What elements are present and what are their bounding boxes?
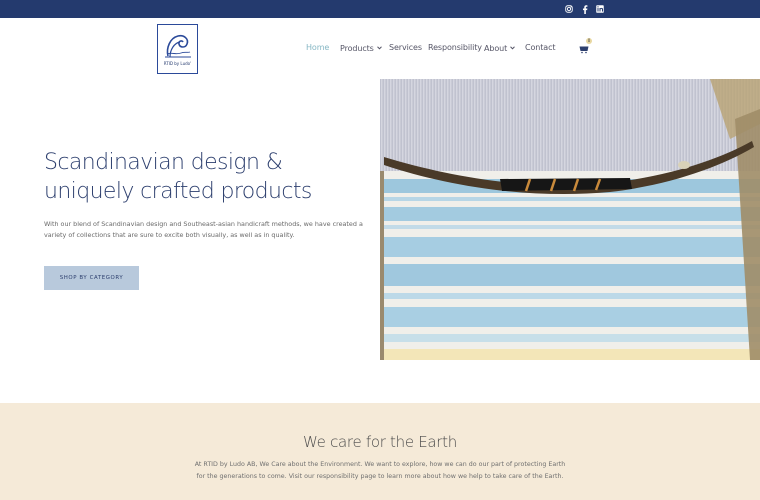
linkedin-icon[interactable] bbox=[594, 3, 606, 15]
top-bar bbox=[0, 0, 760, 18]
cart-count-badge: 0 bbox=[586, 38, 592, 44]
earth-title: We care for the Earth bbox=[303, 433, 457, 451]
hero-image-woven-textile bbox=[380, 79, 760, 360]
site-header: RTID by Ludo' Home Products Services Res… bbox=[0, 18, 760, 79]
nav-products[interactable]: Products bbox=[340, 43, 382, 53]
site-logo[interactable]: RTID by Ludo' bbox=[157, 24, 198, 74]
hero-description: With our blend of Scandinavian design an… bbox=[44, 220, 363, 239]
instagram-icon[interactable] bbox=[563, 3, 575, 15]
nav-responsibility[interactable]: Responsibility bbox=[428, 43, 482, 52]
nav-home[interactable]: Home bbox=[306, 43, 329, 52]
chevron-down-icon bbox=[376, 43, 382, 52]
shop-by-category-button[interactable]: SHOP BY CATEGORY bbox=[44, 266, 139, 290]
earth-section: We care for the Earth At RTID by Ludo AB… bbox=[0, 403, 760, 500]
chevron-down-icon bbox=[510, 43, 516, 52]
wave-logo-icon bbox=[165, 34, 191, 58]
nav-products-label: Products bbox=[340, 44, 374, 53]
logo-text: RTID by Ludo' bbox=[163, 61, 192, 66]
nav-services[interactable]: Services bbox=[389, 43, 422, 52]
facebook-icon[interactable] bbox=[579, 3, 591, 15]
nav-about-label: About bbox=[484, 44, 508, 53]
nav-contact[interactable]: Contact bbox=[525, 43, 556, 52]
nav-about[interactable]: About bbox=[484, 43, 516, 53]
earth-description: At RTID by Ludo AB, We Care about the En… bbox=[194, 461, 566, 480]
hero-title: Scandinavian design & uniquely crafted p… bbox=[44, 150, 312, 204]
